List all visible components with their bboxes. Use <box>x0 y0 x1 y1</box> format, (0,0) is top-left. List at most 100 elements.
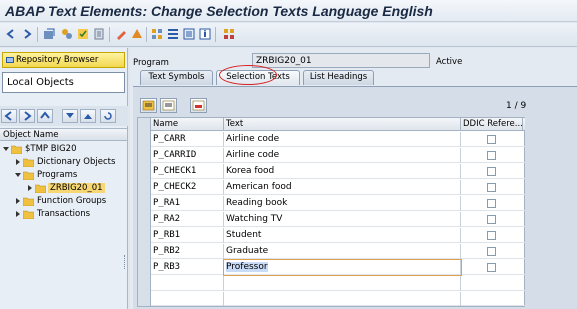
delete-row-icon[interactable] <box>190 98 207 113</box>
table-row[interactable]: P_CHECK1 Korea food <box>151 164 525 179</box>
program-label: Program <box>133 58 169 68</box>
edit-icon[interactable] <box>114 27 128 41</box>
activate-icon[interactable] <box>92 27 106 41</box>
ddic-checkbox[interactable] <box>487 135 496 144</box>
screen-icon[interactable] <box>222 27 236 41</box>
ddic-checkbox[interactable] <box>487 263 496 272</box>
nav-forward-icon[interactable] <box>19 109 35 123</box>
select-all-icon[interactable] <box>140 98 157 113</box>
cell-name: P_RB3 <box>151 260 224 275</box>
tree-node-transactions[interactable]: Transactions <box>14 208 126 221</box>
expanded-arrow-icon[interactable] <box>2 145 10 153</box>
tree-node-label: Transactions <box>37 209 91 219</box>
column-header-name[interactable]: Name <box>151 118 224 131</box>
object-list-icon[interactable] <box>150 27 164 41</box>
table-row[interactable]: P_CARRID Airline code <box>151 148 525 163</box>
highlight-annotation <box>219 65 277 85</box>
tab-text-symbols[interactable]: Text Symbols <box>140 70 213 85</box>
tree-node-label: Function Groups <box>37 196 107 206</box>
table-toolbar <box>140 98 230 114</box>
hierarchy-icon[interactable] <box>166 27 180 41</box>
application-toolbar <box>0 23 577 47</box>
separator <box>146 27 147 42</box>
ddic-checkbox[interactable] <box>487 199 496 208</box>
selected-text: Professor <box>226 262 268 272</box>
cell-text[interactable]: Watching TV <box>224 212 461 227</box>
where-used-icon[interactable] <box>130 27 144 41</box>
navigation-icon[interactable] <box>182 27 196 41</box>
ddic-checkbox[interactable] <box>487 183 496 192</box>
object-type-select[interactable]: Local Objects <box>2 72 125 93</box>
object-type-value: Local Objects <box>7 77 74 88</box>
text-elements-editor: Program ZRBIG20_01 Active Text Symbols S… <box>130 48 577 309</box>
table-row-focused[interactable]: P_RB3 Professor <box>151 259 525 276</box>
table-row[interactable]: P_RB1 Student <box>151 228 525 243</box>
cell-text[interactable] <box>224 292 461 306</box>
tab-label: Text Symbols <box>148 72 205 82</box>
nav-up-icon[interactable] <box>37 109 53 123</box>
expand-icon[interactable] <box>80 109 96 123</box>
table-row[interactable]: P_RB2 Graduate <box>151 244 525 259</box>
collapsed-arrow-icon[interactable] <box>26 184 34 192</box>
table-row-empty[interactable] <box>151 292 525 306</box>
collapsed-arrow-icon[interactable] <box>14 210 22 218</box>
tree-node-program-selected[interactable]: ZRBIG20_01 <box>26 182 126 195</box>
ddic-checkbox[interactable] <box>487 231 496 240</box>
cell-text[interactable] <box>224 276 461 291</box>
cell-name: P_CARR <box>151 132 224 147</box>
row-selector-column[interactable] <box>138 118 151 306</box>
tree-node-label: Programs <box>37 170 78 180</box>
tree-node-label: $TMP BIG20 <box>25 144 77 154</box>
table-row[interactable]: P_RA2 Watching TV <box>151 212 525 227</box>
cell-text[interactable]: Student <box>224 228 461 243</box>
ddic-checkbox[interactable] <box>487 151 496 160</box>
panel-splitter[interactable] <box>124 255 127 269</box>
table-row[interactable]: P_CHECK2 American food <box>151 180 525 195</box>
nav-back-icon[interactable] <box>1 109 17 123</box>
back-icon[interactable] <box>4 27 18 41</box>
table-row[interactable]: P_CARR Airline code <box>151 132 525 147</box>
cell-text-editing[interactable]: Professor <box>223 259 462 276</box>
deselect-all-icon[interactable] <box>160 98 177 113</box>
column-header-text[interactable]: Text <box>224 118 461 131</box>
collapse-icon[interactable] <box>62 109 78 123</box>
column-header-ddic[interactable]: DDIC Refere... <box>461 118 523 131</box>
other-object-icon[interactable] <box>42 27 56 41</box>
tree-node-dictionary[interactable]: Dictionary Objects <box>14 156 126 169</box>
folder-icon <box>22 210 35 220</box>
repository-browser-button[interactable]: Repository Browser <box>2 52 125 68</box>
cell-text[interactable]: American food <box>224 180 461 195</box>
expanded-arrow-icon[interactable] <box>14 171 22 179</box>
check-icon[interactable] <box>76 27 90 41</box>
folder-icon <box>34 184 47 194</box>
forward-icon[interactable] <box>20 27 34 41</box>
cell-text[interactable]: Airline code <box>224 132 461 147</box>
ddic-checkbox[interactable] <box>487 167 496 176</box>
cell-text[interactable]: Airline code <box>224 148 461 163</box>
navigator-toolbar <box>0 106 128 126</box>
tree-node-package[interactable]: $TMP BIG20 <box>2 143 126 156</box>
tree-node-programs[interactable]: Programs <box>14 169 126 182</box>
tab-list-headings[interactable]: List Headings <box>303 70 374 85</box>
cell-text[interactable]: Reading book <box>224 196 461 211</box>
selection-texts-panel: 1 / 9 Name Text DDIC Refere... P_CARR Ai… <box>133 86 577 309</box>
collapsed-arrow-icon[interactable] <box>14 158 22 166</box>
separator <box>37 27 38 42</box>
cell-text[interactable]: Korea food <box>224 164 461 179</box>
refresh-icon[interactable] <box>100 109 116 123</box>
program-name-value: ZRBIG20_01 <box>256 56 312 66</box>
cell-text[interactable]: Graduate <box>224 244 461 259</box>
table-row-empty[interactable] <box>151 276 525 291</box>
cell-name: P_CHECK2 <box>151 180 224 195</box>
program-name-field: ZRBIG20_01 <box>252 53 430 68</box>
tree-node-function-groups[interactable]: Function Groups <box>14 195 126 208</box>
tree-column-header[interactable]: Object Name <box>0 128 127 141</box>
repository-icon <box>5 55 15 65</box>
ddic-checkbox[interactable] <box>487 247 496 256</box>
tree-node-label: Dictionary Objects <box>37 157 116 167</box>
table-row[interactable]: P_RA1 Reading book <box>151 196 525 211</box>
ddic-checkbox[interactable] <box>487 215 496 224</box>
info-icon[interactable] <box>198 27 212 41</box>
collapsed-arrow-icon[interactable] <box>14 197 22 205</box>
display-change-icon[interactable] <box>60 27 74 41</box>
